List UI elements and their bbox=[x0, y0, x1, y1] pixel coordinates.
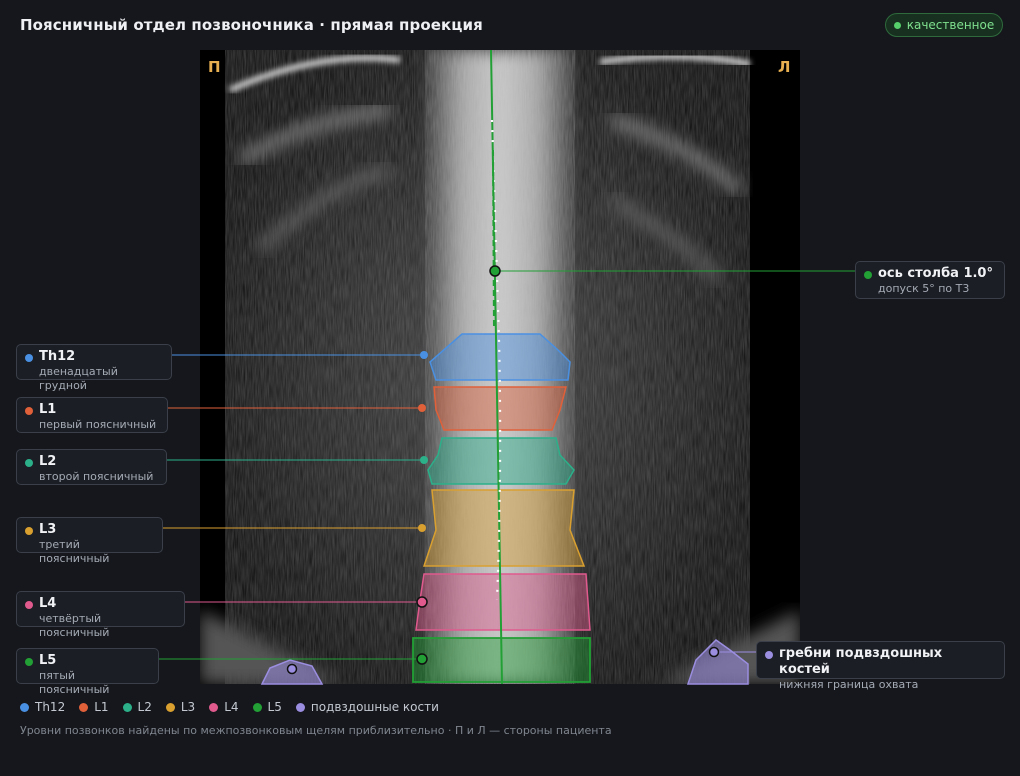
callout-iliac-sub: нижняя граница охвата bbox=[779, 678, 919, 691]
l5-anchor-dot[interactable] bbox=[416, 653, 428, 665]
callout-iliac-name: гребни подвздошных костей bbox=[779, 646, 943, 677]
callout-axis[interactable]: ось столба 1.0° допуск 5° по Т3 bbox=[855, 261, 1005, 299]
callout-axis-sub: допуск 5° по Т3 bbox=[878, 282, 970, 295]
axis-color-dot bbox=[864, 271, 872, 279]
l2-color-dot bbox=[25, 459, 33, 467]
axis-anchor-dot[interactable] bbox=[489, 265, 501, 277]
vertebra-l4-mask[interactable] bbox=[415, 573, 591, 631]
l4-color-dot bbox=[25, 601, 33, 609]
iliac-color-dot bbox=[765, 651, 773, 659]
legend-dot-icon bbox=[252, 702, 262, 712]
th12-anchor-dot[interactable] bbox=[420, 351, 428, 359]
callout-l1-name: L1 bbox=[39, 402, 57, 417]
l4-anchor-dot[interactable] bbox=[416, 596, 428, 608]
callout-th12-sub: двенадцатый грудной bbox=[39, 365, 118, 392]
callout-l5-name: L5 bbox=[39, 653, 57, 668]
l2-anchor-dot[interactable] bbox=[420, 456, 428, 464]
callout-l5[interactable]: L5 пятый поясничный bbox=[16, 648, 159, 696]
callout-l1-sub: первый поясничный bbox=[39, 418, 157, 431]
th12-color-dot bbox=[25, 354, 33, 362]
callout-l4-sub: четвёртый поясничный bbox=[39, 612, 110, 639]
callout-axis-name: ось столба 1.0° bbox=[878, 266, 993, 281]
l1-anchor-dot[interactable] bbox=[418, 404, 426, 412]
l3-anchor-dot[interactable] bbox=[418, 524, 426, 532]
legend-dot-icon bbox=[209, 702, 219, 712]
legend-dot-icon bbox=[20, 702, 29, 712]
legend-item-l4[interactable]: L4 bbox=[209, 700, 239, 714]
l5-color-dot bbox=[25, 658, 33, 666]
legend-dot-icon bbox=[165, 702, 175, 712]
callout-l4-name: L4 bbox=[39, 596, 57, 611]
legend: Th12 L1 L2 L3 L4 L5 подвздошные кости bbox=[20, 700, 439, 714]
legend-item-l1[interactable]: L1 bbox=[79, 700, 109, 714]
callout-th12[interactable]: Th12 двенадцатый грудной bbox=[16, 344, 172, 392]
callout-l2-name: L2 bbox=[39, 454, 57, 469]
iliac-crest-left-mask[interactable] bbox=[686, 639, 749, 685]
vertebra-l1-mask[interactable] bbox=[433, 386, 567, 431]
legend-dot-icon bbox=[79, 702, 89, 712]
callout-l3-sub: третий поясничный bbox=[39, 538, 110, 565]
vertebra-l3-mask[interactable] bbox=[422, 489, 586, 567]
callout-l1[interactable]: L1 первый поясничный bbox=[16, 397, 168, 433]
callout-l2-sub: второй поясничный bbox=[39, 470, 154, 483]
legend-item-l3[interactable]: L3 bbox=[165, 700, 195, 714]
callout-th12-name: Th12 bbox=[39, 349, 76, 364]
callout-l2[interactable]: L2 второй поясничный bbox=[16, 449, 167, 485]
l1-color-dot bbox=[25, 407, 33, 415]
legend-item-iliac[interactable]: подвздошные кости bbox=[295, 700, 439, 714]
callout-l3-name: L3 bbox=[39, 522, 57, 537]
iliac-left-anchor-dot[interactable] bbox=[708, 646, 720, 658]
legend-item-l5[interactable]: L5 bbox=[252, 700, 282, 714]
legend-dot-icon bbox=[122, 702, 132, 712]
footnote: Уровни позвонков найдены по межпозвонков… bbox=[20, 724, 612, 737]
iliac-right-anchor-dot[interactable] bbox=[286, 663, 298, 675]
callout-l5-sub: пятый поясничный bbox=[39, 669, 110, 696]
l3-color-dot bbox=[25, 527, 33, 535]
callout-iliac[interactable]: гребни подвздошных костей нижняя граница… bbox=[756, 641, 1005, 691]
callout-l4[interactable]: L4 четвёртый поясничный bbox=[16, 591, 185, 639]
callout-l3[interactable]: L3 третий поясничный bbox=[16, 517, 163, 565]
legend-item-l2[interactable]: L2 bbox=[122, 700, 152, 714]
legend-item-th12[interactable]: Th12 bbox=[20, 700, 65, 714]
legend-dot-icon bbox=[295, 702, 305, 712]
